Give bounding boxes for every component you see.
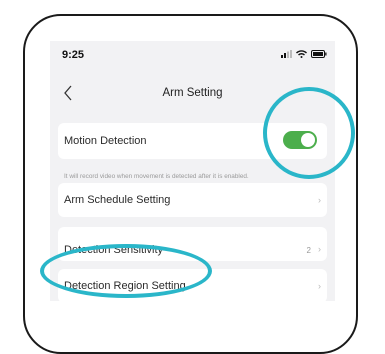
chevron-right-icon: › xyxy=(318,281,321,291)
toggle-highlight-circle xyxy=(263,87,355,179)
chevron-right-icon: › xyxy=(318,244,321,254)
status-time: 9:25 xyxy=(62,49,85,61)
motion-detection-hint: It will record video when movement is de… xyxy=(64,173,249,180)
region-setting-highlight-ellipse xyxy=(40,244,212,298)
motion-detection-label: Motion Detection xyxy=(64,135,147,147)
detection-sensitivity-value: 2 xyxy=(306,246,311,255)
system-icons xyxy=(281,50,327,58)
status-bar: 9:25 xyxy=(50,41,335,71)
phone-frame: 9:25 Arm Setting Motion Detection It wil… xyxy=(23,14,358,354)
arm-schedule-label: Arm Schedule Setting xyxy=(64,194,171,206)
arm-schedule-row[interactable]: Arm Schedule Setting › xyxy=(58,183,327,217)
signal-icon xyxy=(281,50,292,58)
battery-icon xyxy=(311,50,327,58)
wifi-icon xyxy=(296,50,307,58)
chevron-right-icon: › xyxy=(318,195,321,205)
